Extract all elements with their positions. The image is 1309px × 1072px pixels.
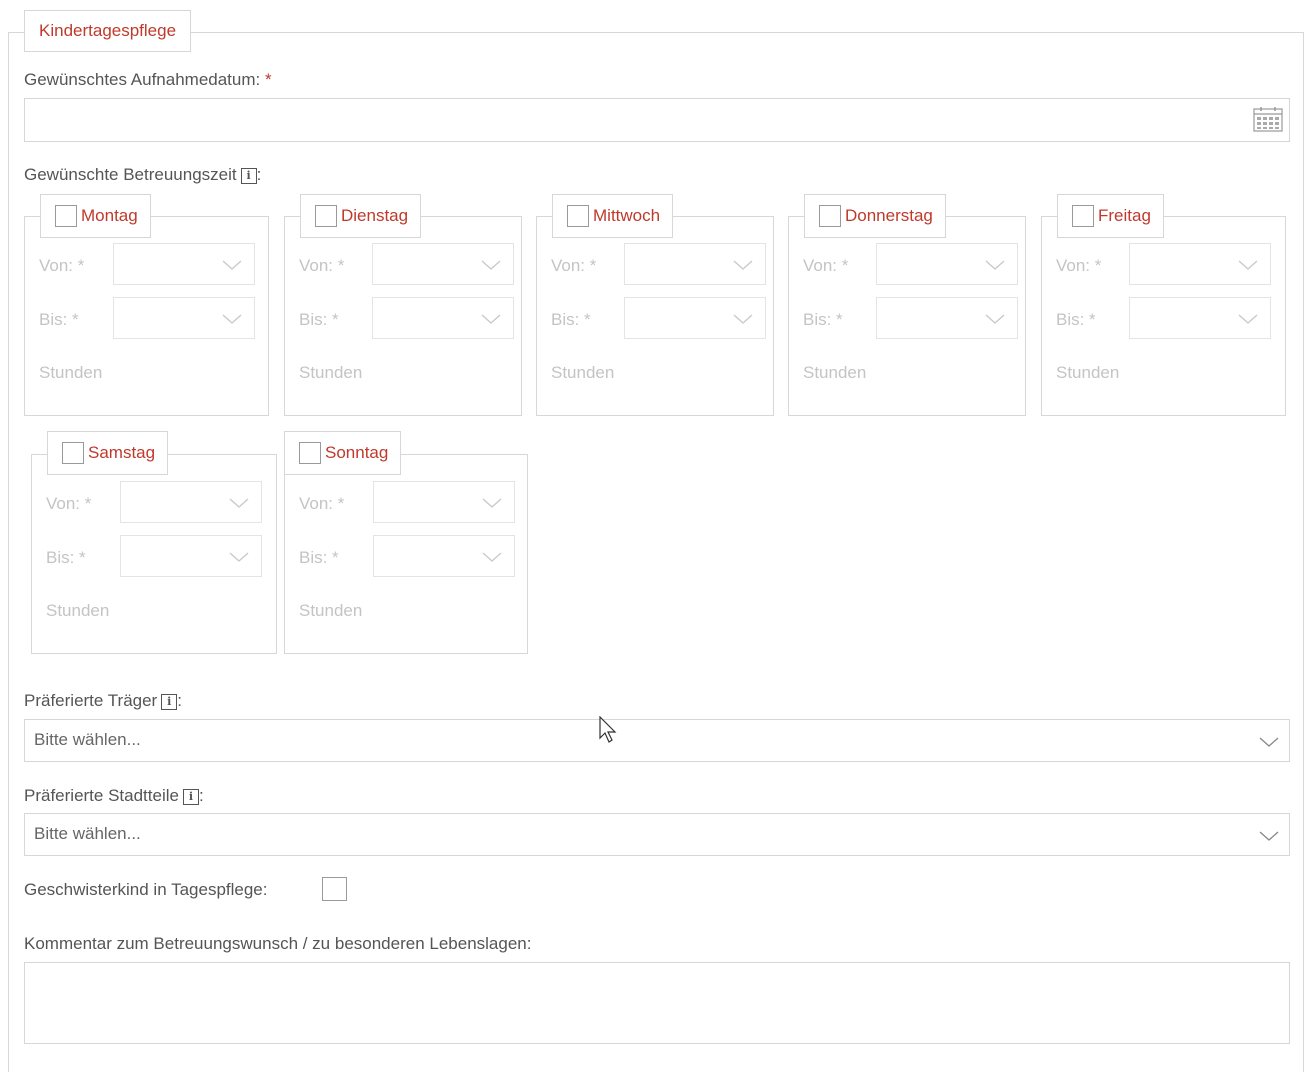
sibling-label: Geschwisterkind in Tagespflege: xyxy=(24,880,268,899)
day-5-from-select[interactable] xyxy=(120,481,262,523)
chevron-down-icon xyxy=(481,260,501,270)
calendar-icon[interactable] xyxy=(1253,106,1283,132)
section-title: Kindertagespflege xyxy=(24,10,192,52)
day-5-to-label: Bis: * xyxy=(46,548,86,567)
care-time-label-text: Gewünschte Betreuungszeit xyxy=(24,165,237,184)
day-0-toggle[interactable]: Montag xyxy=(40,194,151,238)
day-6-hours-label: Stunden xyxy=(299,601,363,620)
date-input[interactable] xyxy=(24,98,1290,142)
day-3-hours-label: Stunden xyxy=(803,363,867,382)
day-1-to-select[interactable] xyxy=(372,297,514,339)
day-3-toggle[interactable]: Donnerstag xyxy=(804,194,946,238)
districts-select[interactable]: Bitte wählen... xyxy=(24,813,1290,856)
required-mark: * xyxy=(264,70,272,89)
day-3-to-label: Bis: * xyxy=(803,310,843,329)
day-3-from-select[interactable] xyxy=(876,243,1018,285)
chevron-down-icon xyxy=(1259,737,1279,747)
day-6-from-select[interactable] xyxy=(373,481,515,523)
info-icon[interactable]: i xyxy=(240,168,257,184)
provider-suffix: : xyxy=(177,691,182,710)
day-2-from-select[interactable] xyxy=(624,243,766,285)
day-3-name: Donnerstag xyxy=(845,206,933,225)
day-6-toggle[interactable]: Sonntag xyxy=(284,431,402,475)
day-2-hours-label: Stunden xyxy=(551,363,615,382)
day-2-checkbox[interactable] xyxy=(567,205,589,227)
day-2-from-label: Von: * xyxy=(551,256,597,275)
day-4-hours-label: Stunden xyxy=(1056,363,1120,382)
day-2-to-label: Bis: * xyxy=(551,310,591,329)
day-5-from-label: Von: * xyxy=(46,494,92,513)
chevron-down-icon xyxy=(1238,314,1258,324)
day-0-checkbox[interactable] xyxy=(55,205,77,227)
day-5-checkbox[interactable] xyxy=(62,442,84,464)
mouse-cursor-icon xyxy=(599,716,617,743)
chevron-down-icon xyxy=(482,498,502,508)
care-time-label: Gewünschte Betreuungszeit i: xyxy=(24,165,261,185)
day-2-name: Mittwoch xyxy=(593,206,661,225)
info-icon[interactable]: i xyxy=(182,789,199,805)
chevron-down-icon xyxy=(229,498,249,508)
day-3-checkbox[interactable] xyxy=(819,205,841,227)
provider-label: Präferierte Träger i: xyxy=(24,691,182,711)
day-6-checkbox[interactable] xyxy=(299,442,321,464)
districts-suffix: : xyxy=(198,786,204,805)
chevron-down-icon xyxy=(733,260,753,270)
chevron-down-icon xyxy=(1259,831,1279,841)
chevron-down-icon xyxy=(733,314,753,324)
info-icon[interactable]: i xyxy=(161,694,178,710)
provider-label-text: Präferierte Träger xyxy=(24,691,158,710)
day-0-to-label: Bis: * xyxy=(39,310,79,329)
chevron-down-icon xyxy=(222,260,242,270)
sibling-checkbox[interactable] xyxy=(322,877,347,901)
day-4-from-select[interactable] xyxy=(1129,243,1271,285)
day-4-to-select[interactable] xyxy=(1129,297,1271,339)
chevron-down-icon xyxy=(1238,260,1258,270)
districts-label: Präferierte Stadtteile i: xyxy=(24,786,204,806)
day-5-toggle[interactable]: Samstag xyxy=(47,431,169,475)
day-6-to-label: Bis: * xyxy=(299,548,339,567)
day-1-checkbox[interactable] xyxy=(315,205,337,227)
comment-textarea[interactable] xyxy=(24,962,1290,1044)
day-4-toggle[interactable]: Freitag xyxy=(1057,194,1164,238)
day-1-toggle[interactable]: Dienstag xyxy=(300,194,422,238)
care-time-suffix: : xyxy=(256,165,262,184)
day-0-to-select[interactable] xyxy=(113,297,255,339)
chevron-down-icon xyxy=(985,260,1005,270)
day-0-name: Montag xyxy=(81,206,138,225)
provider-placeholder: Bitte wählen... xyxy=(34,730,141,749)
day-1-to-label: Bis: * xyxy=(299,310,339,329)
day-0-from-label: Von: * xyxy=(39,256,85,275)
day-1-hours-label: Stunden xyxy=(299,363,363,382)
day-0-hours-label: Stunden xyxy=(39,363,103,382)
districts-placeholder: Bitte wählen... xyxy=(34,824,141,843)
day-5-hours-label: Stunden xyxy=(46,601,110,620)
day-2-to-select[interactable] xyxy=(624,297,766,339)
districts-label-text: Präferierte Stadtteile xyxy=(24,786,179,805)
day-1-from-select[interactable] xyxy=(372,243,514,285)
date-label-text: Gewünschtes Aufnahmedatum: xyxy=(24,70,261,89)
day-1-name: Dienstag xyxy=(341,206,409,225)
chevron-down-icon xyxy=(222,314,242,324)
comment-label: Kommentar zum Betreuungswunsch / zu beso… xyxy=(24,934,532,953)
chevron-down-icon xyxy=(481,314,501,324)
day-6-name: Sonntag xyxy=(325,443,389,462)
day-5-to-select[interactable] xyxy=(120,535,262,577)
day-3-from-label: Von: * xyxy=(803,256,849,275)
chevron-down-icon xyxy=(229,552,249,562)
day-1-from-label: Von: * xyxy=(299,256,345,275)
date-field-label: Gewünschtes Aufnahmedatum: * xyxy=(24,70,272,90)
day-0-from-select[interactable] xyxy=(113,243,255,285)
day-4-name: Freitag xyxy=(1098,206,1151,225)
day-4-from-label: Von: * xyxy=(1056,256,1102,275)
day-3-to-select[interactable] xyxy=(876,297,1018,339)
day-4-checkbox[interactable] xyxy=(1072,205,1094,227)
day-2-toggle[interactable]: Mittwoch xyxy=(552,194,674,238)
chevron-down-icon xyxy=(985,314,1005,324)
day-4-to-label: Bis: * xyxy=(1056,310,1096,329)
day-6-to-select[interactable] xyxy=(373,535,515,577)
chevron-down-icon xyxy=(482,552,502,562)
provider-select[interactable]: Bitte wählen... xyxy=(24,719,1290,762)
day-5-name: Samstag xyxy=(88,443,156,462)
day-6-from-label: Von: * xyxy=(299,494,345,513)
